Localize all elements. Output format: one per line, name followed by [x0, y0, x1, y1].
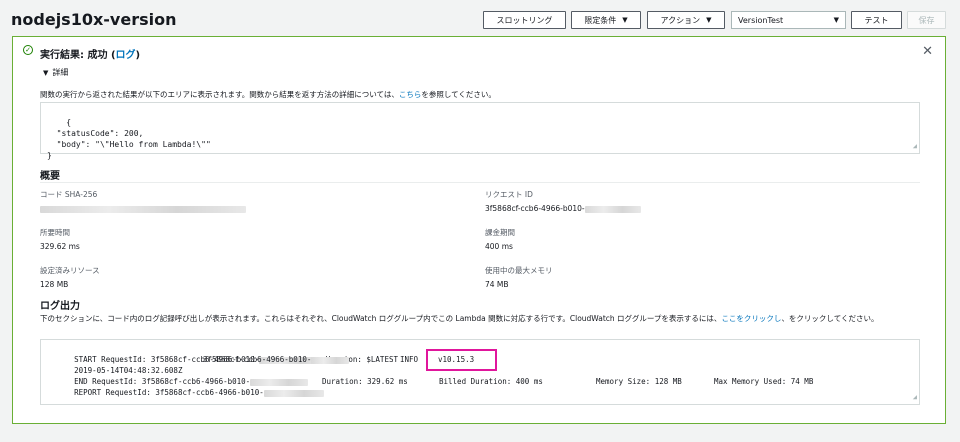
caret-down-icon: ▼	[622, 16, 628, 24]
duration-label: 所要時間	[40, 228, 70, 237]
duration-value: 329.62 ms	[40, 242, 80, 251]
redacted-value	[584, 205, 641, 213]
test-label: テスト	[864, 15, 889, 25]
check-circle-icon: ✓	[23, 45, 33, 55]
log-billed-duration: Billed Duration: 400 ms	[439, 377, 543, 386]
log-duration: Duration: 329.62 ms	[322, 377, 408, 386]
divider	[40, 182, 920, 183]
request-id-text: 3f5868cf-ccb6-4966-b010-	[485, 204, 585, 213]
result-description: 関数の実行から返された結果が以下のエリアに表示されます。関数から結果を返す方法の…	[40, 89, 496, 100]
summary-heading: 概要	[40, 171, 60, 182]
triangle-down-icon: ▼	[43, 69, 49, 77]
result-description-suffix: を参照してください。	[421, 90, 496, 99]
cloudwatch-link[interactable]: ここをクリックし	[721, 314, 781, 323]
details-toggle[interactable]: ▼ 詳細	[43, 67, 68, 78]
redacted-value	[311, 356, 350, 364]
result-title: 実行結果: 成功 (ログ)	[40, 46, 140, 61]
throttle-label: スロットリング	[496, 15, 553, 25]
billed-duration-value: 400 ms	[485, 242, 513, 251]
log-text: REPORT RequestId: 3f5868cf-ccb6-4966-b01…	[74, 388, 264, 397]
configured-resources-value: 128 MB	[40, 280, 69, 289]
resize-handle-icon[interactable]: ◢	[913, 392, 917, 403]
resize-handle-icon[interactable]: ◢	[913, 141, 917, 152]
qualifiers-dropdown[interactable]: 限定条件 ▼	[571, 11, 641, 29]
configured-resources-label: 設定済みリソース	[40, 266, 100, 275]
redacted-value	[40, 205, 246, 213]
test-event-select[interactable]: VersionTest ▼	[731, 11, 846, 29]
log-description-prefix: 下のセクションに、コード内のログ記録呼び出しが表示されます。これらはそれぞれ、C…	[40, 314, 722, 323]
test-button[interactable]: テスト	[851, 11, 902, 29]
log-memory-size: Memory Size: 128 MB	[596, 377, 682, 386]
caret-down-icon: ▼	[833, 16, 839, 24]
log-output-heading: ログ出力	[40, 301, 80, 312]
code-sha-label: コード SHA-256	[40, 190, 98, 199]
highlight-box	[426, 349, 497, 371]
log-line: REPORT RequestId: 3f5868cf-ccb6-4966-b01…	[47, 376, 324, 409]
log-request-id: 3f5868cf-ccb6-4966-b010-	[203, 355, 312, 364]
result-output[interactable]: { "statusCode": 200, "body": "\"Hello fr…	[40, 102, 920, 160]
log-level: INFO	[400, 355, 419, 364]
log-link[interactable]: ログ	[116, 50, 136, 61]
log-description-suffix: 、をクリックしてください。	[781, 314, 879, 323]
top-bar: nodejs10x-version スロットリング 限定条件 ▼ アクション ▼…	[0, 0, 960, 38]
log-output[interactable]: START RequestId: 3f5868cf-ccb6-4966-b010…	[40, 339, 920, 405]
result-title-prefix: 実行結果: 成功 (	[40, 50, 116, 61]
result-description-prefix: 関数の実行から返された結果が以下のエリアに表示されます。関数から結果を返す方法の…	[40, 90, 399, 99]
close-icon[interactable]: ✕	[922, 44, 933, 59]
request-id-label: リクエスト ID	[485, 190, 533, 199]
redacted-value	[263, 389, 324, 397]
save-label: 保存	[918, 15, 935, 25]
throttle-button[interactable]: スロットリング	[483, 11, 566, 29]
log-max-memory: Max Memory Used: 74 MB	[714, 377, 814, 386]
save-button[interactable]: 保存	[907, 11, 946, 29]
docs-link[interactable]: こちら	[399, 90, 422, 99]
max-memory-label: 使用中の最大メモリ	[485, 266, 553, 275]
test-event-value: VersionTest	[738, 15, 784, 25]
log-description: 下のセクションに、コード内のログ記録呼び出しが表示されます。これらはそれぞれ、C…	[40, 313, 920, 324]
execution-result-panel: ✓ 実行結果: 成功 (ログ) ✕ ▼ 詳細 関数の実行から返された結果が以下のエ…	[12, 36, 946, 424]
actions-label: アクション	[660, 15, 701, 25]
request-id-value: 3f5868cf-ccb6-4966-b010-	[485, 204, 641, 213]
details-label: 詳細	[52, 68, 69, 77]
code-sha-value	[40, 204, 246, 213]
billed-duration-label: 課金期間	[485, 228, 515, 237]
log-text: 3f5868cf-ccb6-4966-b010-	[203, 354, 350, 365]
qualifiers-label: 限定条件	[584, 15, 617, 25]
max-memory-value: 74 MB	[485, 280, 509, 289]
function-title: nodejs10x-version	[11, 10, 177, 29]
actions-dropdown[interactable]: アクション ▼	[647, 11, 725, 29]
caret-down-icon: ▼	[706, 16, 712, 24]
result-output-text: { "statusCode": 200, "body": "\"Hello fr…	[47, 118, 211, 160]
result-title-suffix: )	[135, 50, 141, 61]
